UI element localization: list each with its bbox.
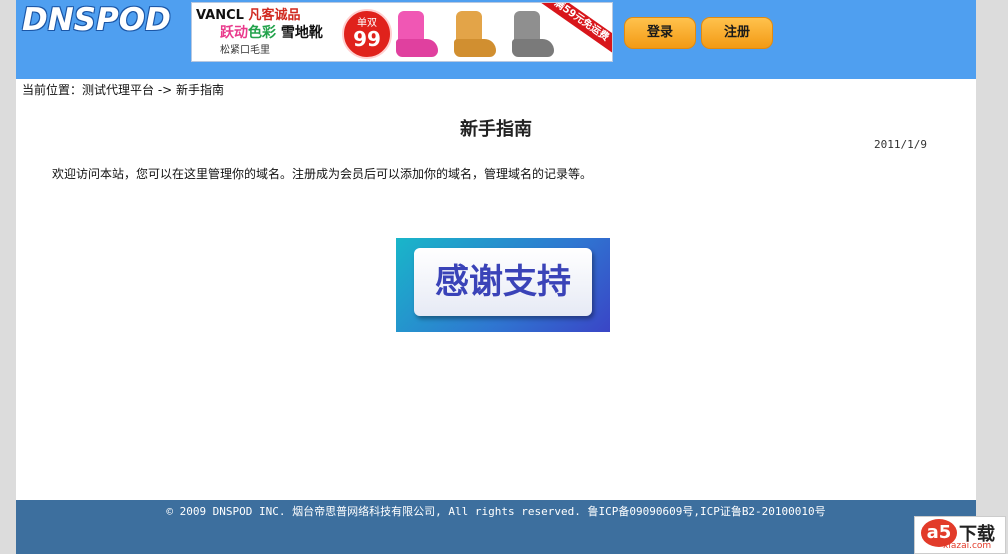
breadcrumb-current: 新手指南 bbox=[176, 83, 225, 97]
banner-brand-tag: 凡客诚品 bbox=[248, 8, 301, 23]
a5-watermark-logo: a5 下载 xiazai.com bbox=[914, 516, 1006, 554]
header-bar: DNSPOD VANCL 凡客诚品 跃动色彩 雪地靴 松紧口毛里 单双 99 满… bbox=[16, 0, 976, 79]
gray-boot-image bbox=[508, 11, 554, 59]
price-badge: 单双 99 bbox=[342, 9, 392, 59]
banner-tagline-b: 色彩 bbox=[248, 25, 276, 41]
ad-banner[interactable]: VANCL 凡客诚品 跃动色彩 雪地靴 松紧口毛里 单双 99 满59元免运费 bbox=[191, 2, 613, 62]
breadcrumb: 当前位置：测试代理平台 -> 新手指南 bbox=[22, 81, 224, 98]
badge-price: 99 bbox=[353, 27, 381, 51]
banner-brand: VANCL 凡客诚品 bbox=[196, 4, 301, 23]
breadcrumb-separator: -> bbox=[154, 83, 177, 97]
article-date: 2011/1/9 bbox=[874, 138, 927, 151]
pink-boot-image bbox=[392, 11, 438, 59]
banner-tagline: 跃动色彩 雪地靴 bbox=[220, 22, 323, 42]
page-title: 新手指南 bbox=[460, 119, 532, 140]
tan-boot-image bbox=[450, 11, 496, 59]
banner-brand-name: VANCL bbox=[196, 8, 244, 23]
thanks-image: 感谢支持 bbox=[396, 238, 610, 332]
copyright-text: © 2009 DNSPOD INC. 烟台帝思普网络科技有限公司, All ri… bbox=[166, 505, 826, 518]
register-button[interactable]: 注册 bbox=[701, 17, 773, 49]
breadcrumb-home-link[interactable]: 测试代理平台 bbox=[82, 83, 154, 97]
footer: © 2009 DNSPOD INC. 烟台帝思普网络科技有限公司, All ri… bbox=[16, 500, 976, 554]
banner-subline: 松紧口毛里 bbox=[220, 45, 270, 56]
article-body: 欢迎访问本站，您可以在这里管理你的域名。注册成为会员后可以添加你的域名，管理域名… bbox=[52, 167, 593, 181]
banner-tagline-a: 跃动 bbox=[220, 25, 248, 41]
page: DNSPOD VANCL 凡客诚品 跃动色彩 雪地靴 松紧口毛里 单双 99 满… bbox=[16, 0, 976, 554]
site-logo[interactable]: DNSPOD bbox=[22, 2, 171, 38]
login-button[interactable]: 登录 bbox=[624, 17, 696, 49]
a5-domain: xiazai.com bbox=[943, 541, 992, 551]
thanks-image-text: 感谢支持 bbox=[414, 248, 592, 316]
breadcrumb-prefix: 当前位置： bbox=[22, 83, 83, 97]
banner-product: 雪地靴 bbox=[280, 25, 323, 41]
